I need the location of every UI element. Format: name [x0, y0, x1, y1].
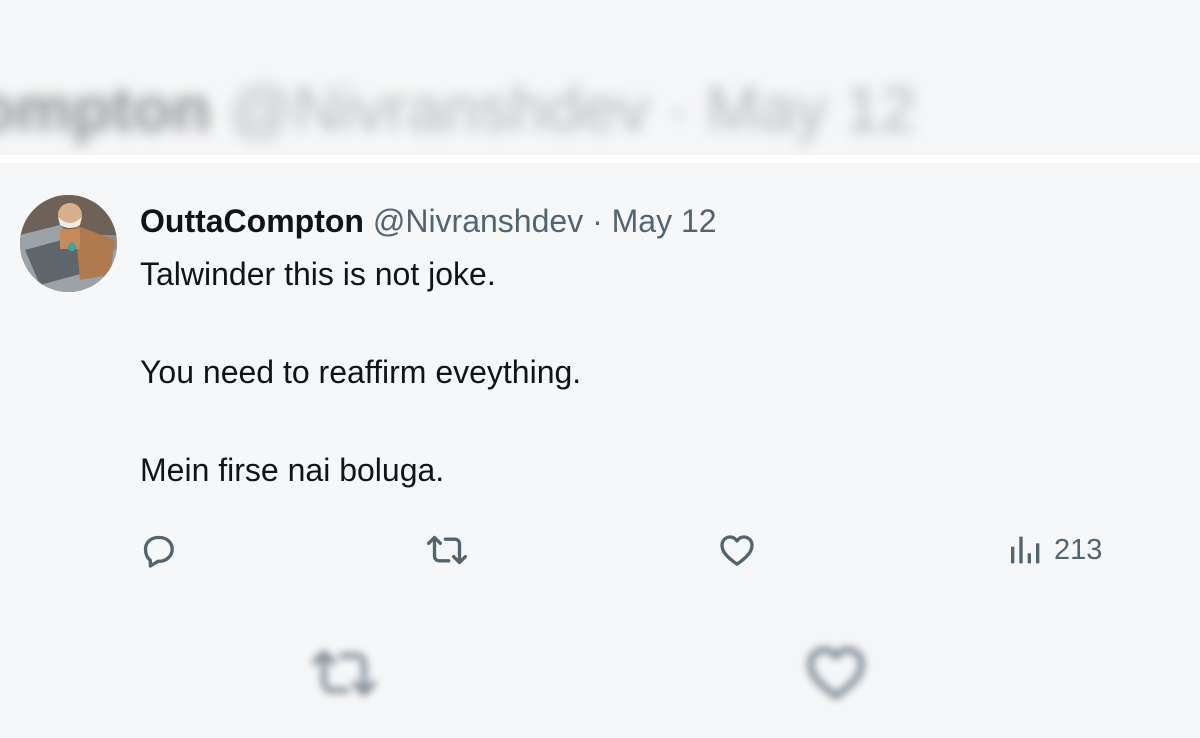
retweet-arrows-icon: [426, 535, 467, 565]
blurred-display-name: Compton: [0, 73, 211, 145]
display-name[interactable]: OuttaCompton: [140, 203, 364, 239]
bar-chart-icon: [1011, 536, 1040, 564]
tweet-text-line-3: Mein firse nai boluga.: [140, 452, 445, 488]
blurred-next-tweet: [0, 583, 1200, 738]
retweet-button[interactable]: [425, 525, 469, 575]
blurred-previous-tweet: Compton @Nivranshdev · May 12: [0, 0, 1200, 155]
avatar[interactable]: [20, 195, 117, 292]
blurred-date: May 12: [706, 73, 917, 145]
tweet-date[interactable]: May 12: [612, 203, 717, 239]
blurred-header-line: Compton @Nivranshdev · May 12: [0, 72, 916, 146]
blurred-heart-icon: [807, 646, 865, 700]
tweet-text-line-2: You need to reaffirm eveything.: [140, 354, 582, 390]
views-button[interactable]: 213: [1006, 525, 1102, 575]
blurred-separator: ·: [667, 73, 689, 145]
separator-dot: ·: [592, 203, 603, 239]
tweet-text-line-1: Talwinder this is not joke.: [140, 256, 496, 292]
heart-icon: [720, 535, 754, 566]
tweet-actions: 213: [0, 525, 1200, 575]
divider: [0, 155, 1200, 163]
reply-bubble-icon: [143, 535, 174, 568]
reply-button[interactable]: [138, 525, 178, 575]
like-button[interactable]: [717, 525, 757, 575]
blurred-handle: @Nivranshdev: [228, 73, 650, 145]
views-count: 213: [1054, 533, 1103, 566]
tweet-card[interactable]: OuttaCompton @Nivranshdev · May 12 Talwi…: [0, 163, 1200, 583]
blurred-retweet-icon: [311, 650, 377, 696]
user-handle[interactable]: @Nivranshdev: [373, 203, 583, 239]
avatar-image: [20, 195, 117, 292]
tweet-header: OuttaCompton @Nivranshdev · May 12: [140, 201, 717, 241]
